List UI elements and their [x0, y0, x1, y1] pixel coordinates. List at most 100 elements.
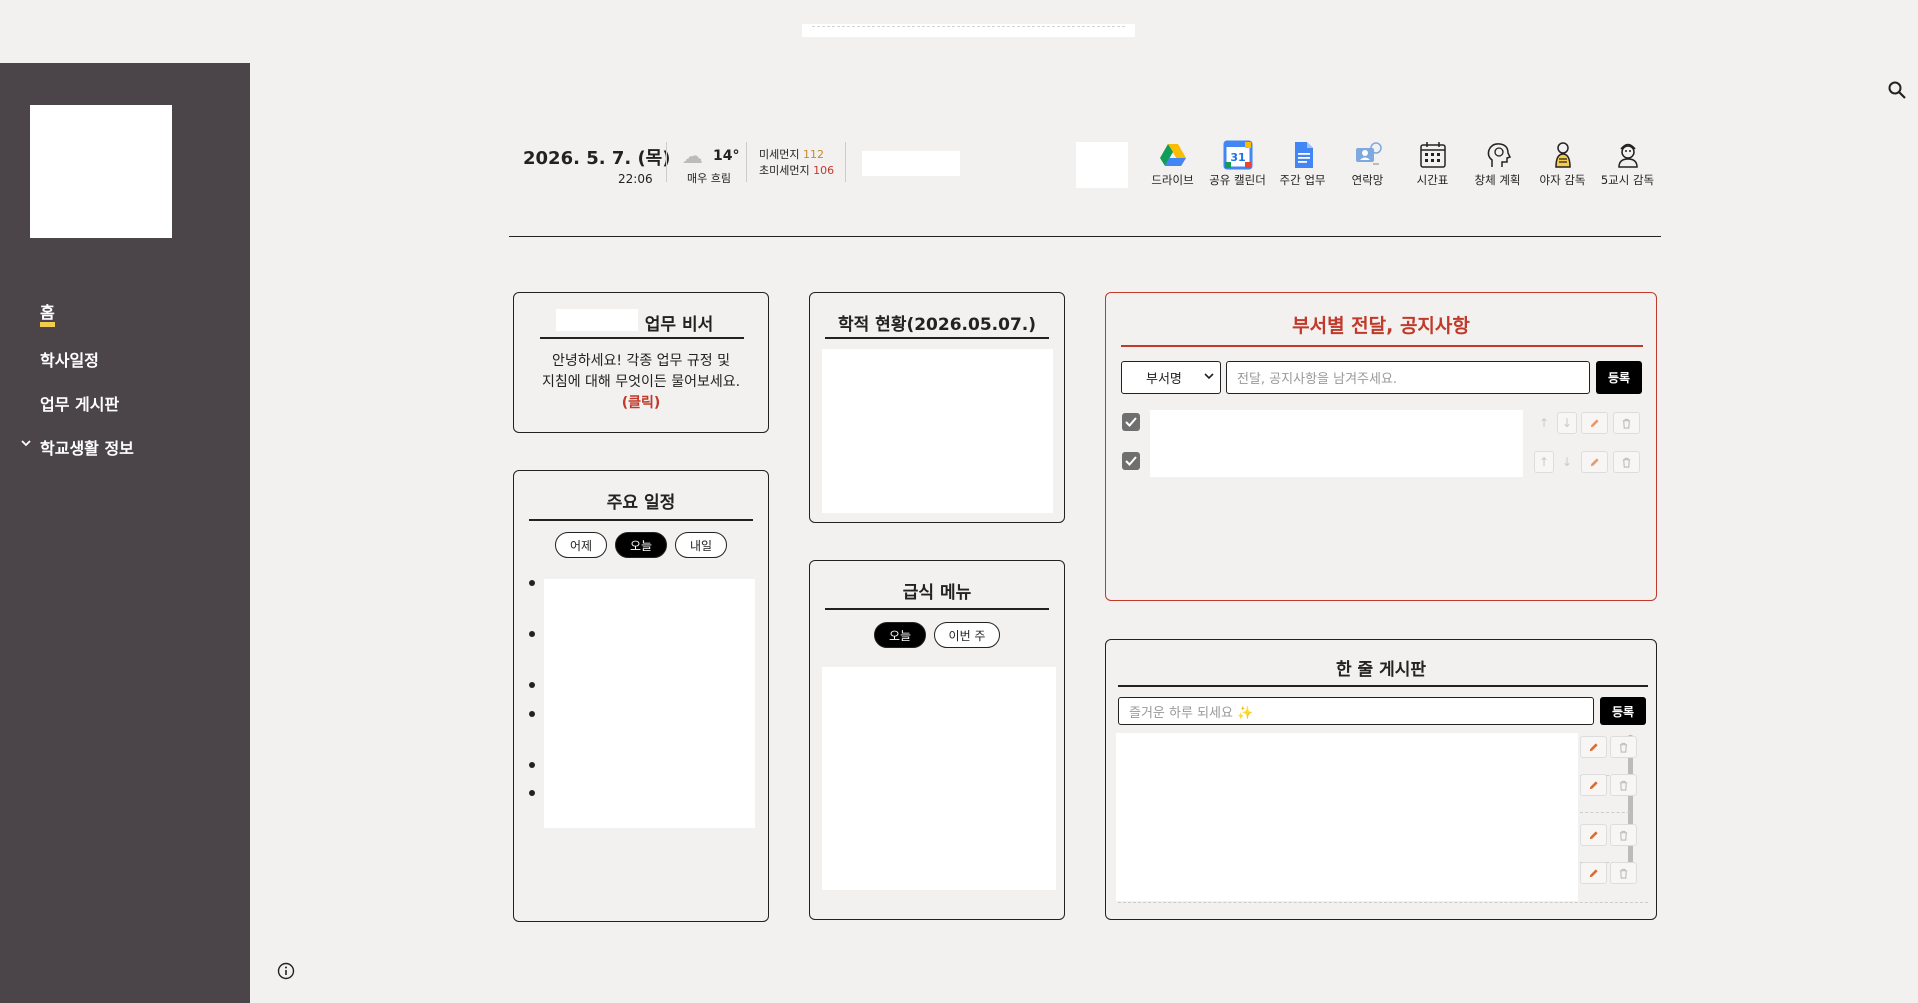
- delete-button[interactable]: [1613, 451, 1640, 473]
- assistant-text: 지침에 대해 무엇이든 물어보세요.: [541, 374, 741, 390]
- tool-label: 5교시 감독: [1600, 173, 1655, 187]
- sidebar-item-work-board[interactable]: 업무 게시판: [40, 381, 134, 425]
- tool-supervision[interactable]: 5교시 감독: [1595, 140, 1660, 188]
- sidebar-item-school-life[interactable]: 학교생활 정보: [21, 425, 134, 469]
- card-title: 업무 비서: [644, 315, 714, 335]
- trash-icon: [1619, 742, 1628, 753]
- edit-button[interactable]: [1580, 862, 1607, 884]
- delete-button[interactable]: [1613, 412, 1640, 434]
- edit-button[interactable]: [1580, 774, 1607, 796]
- redacted-icon[interactable]: [1076, 142, 1128, 188]
- list-bullet: [529, 711, 535, 717]
- tool-drive[interactable]: 드라이브: [1140, 140, 1205, 188]
- meal-content: [822, 667, 1056, 890]
- tool-label: 시간표: [1416, 173, 1449, 187]
- assistant-card[interactable]: 업무 비서 안녕하세요! 각종 업무 규정 및 지침에 대해 무엇이든 물어보세…: [513, 292, 769, 433]
- delete-button[interactable]: [1610, 862, 1637, 884]
- school-logo[interactable]: [30, 105, 172, 238]
- delete-button[interactable]: [1610, 774, 1637, 796]
- oneline-input[interactable]: 즐거운 하루 되세요 ✨: [1118, 697, 1594, 725]
- title-underline: [825, 337, 1049, 339]
- move-up-button[interactable]: ↑: [1534, 451, 1554, 473]
- department-select-value: 부서명: [1146, 372, 1182, 387]
- oneline-submit-button[interactable]: 등록: [1600, 697, 1646, 725]
- google-drive-icon: [1159, 144, 1186, 166]
- divider: [746, 142, 747, 182]
- chevron-down-icon: [1204, 373, 1214, 380]
- oneline-board-card: 한 줄 게시판 즐거운 하루 되세요 ✨ 등록: [1105, 639, 1657, 920]
- tab-tomorrow[interactable]: 내일: [675, 532, 727, 558]
- sidebar-item-home[interactable]: 홈: [40, 293, 134, 337]
- google-docs-icon: [1294, 142, 1313, 168]
- assistant-link[interactable]: (클릭): [514, 393, 768, 414]
- notice-submit-button[interactable]: 등록: [1596, 361, 1642, 394]
- search-icon[interactable]: [1887, 80, 1907, 100]
- sidebar-item-label: 학사일정: [40, 351, 99, 370]
- list-bullet: [529, 631, 535, 637]
- pencil-icon: [1590, 457, 1599, 466]
- pm10-value: 112: [802, 148, 824, 161]
- pencil-icon: [1589, 830, 1598, 839]
- card-title: 한 줄 게시판: [1335, 660, 1427, 680]
- pm25-label: 초미세먼지: [759, 164, 810, 177]
- card-title: 주요 일정: [606, 493, 676, 513]
- tool-weekly[interactable]: 주간 업무: [1270, 140, 1335, 188]
- notice-card: 부서별 전달, 공지사항 부서명 전달, 공지사항을 남겨주세요. 등록 ↑ ↓…: [1105, 292, 1657, 601]
- list-bullet: [529, 790, 535, 796]
- edit-button[interactable]: [1581, 412, 1608, 434]
- chevron-down-icon: [21, 440, 31, 447]
- trash-icon: [1619, 830, 1628, 841]
- divider: [1118, 902, 1648, 903]
- timetable-icon: [1419, 142, 1446, 168]
- tool-night-study[interactable]: 야자 감독: [1530, 140, 1595, 188]
- info-icon[interactable]: [277, 962, 295, 980]
- top-banner: [802, 24, 1135, 37]
- notice-checkbox[interactable]: [1122, 452, 1140, 470]
- title-underline: [1121, 345, 1643, 347]
- sidebar-item-label: 홈: [40, 303, 55, 327]
- google-calendar-icon: 31: [1223, 140, 1252, 170]
- temperature: 14°: [713, 148, 740, 164]
- trash-icon: [1622, 418, 1631, 429]
- weather-description: 매우 흐림: [687, 172, 731, 185]
- edit-button[interactable]: [1580, 736, 1607, 758]
- move-up-button[interactable]: ↑: [1534, 412, 1554, 434]
- edit-button[interactable]: [1581, 451, 1608, 473]
- list-bullet: [529, 580, 535, 586]
- enrollment-card: 학적 현황(2026.05.07.): [809, 292, 1065, 523]
- tool-label: 창체 계획: [1474, 173, 1521, 187]
- move-down-button[interactable]: ↓: [1557, 412, 1577, 434]
- night-study-icon: [1554, 142, 1571, 168]
- sidebar-item-label: 업무 게시판: [40, 395, 120, 414]
- tool-label: 주간 업무: [1279, 173, 1326, 187]
- tab-yesterday[interactable]: 어제: [555, 532, 607, 558]
- tab-this-week[interactable]: 이번 주: [934, 622, 1000, 648]
- sidebar: 홈 학사일정 업무 게시판 학교생활 정보: [0, 63, 250, 1003]
- pencil-icon: [1589, 868, 1598, 877]
- enrollment-content: [822, 349, 1053, 513]
- dashboard-header: 2026. 5. 7. (목) 22:06 ☁ 14° 매우 흐림 미세먼지 1…: [509, 130, 1661, 237]
- notice-input[interactable]: 전달, 공지사항을 남겨주세요.: [1226, 361, 1590, 394]
- delete-button[interactable]: [1610, 736, 1637, 758]
- edit-button[interactable]: [1580, 824, 1607, 846]
- card-title: 급식 메뉴: [902, 583, 972, 603]
- department-select[interactable]: 부서명: [1121, 361, 1221, 394]
- pencil-icon: [1590, 418, 1599, 427]
- notice-checkbox[interactable]: [1122, 413, 1140, 431]
- tool-contacts[interactable]: 연락망: [1335, 140, 1400, 188]
- title-underline: [529, 519, 753, 521]
- tab-today[interactable]: 오늘: [874, 622, 926, 648]
- tool-timetable[interactable]: 시간표: [1400, 140, 1465, 188]
- tool-calendar[interactable]: 31 공유 캘린더: [1205, 140, 1270, 188]
- air-quality: 미세먼지 112 초미세먼지 106: [759, 147, 834, 179]
- divider: [1580, 812, 1630, 813]
- move-down-button[interactable]: ↓: [1557, 451, 1577, 473]
- tool-creative-plan[interactable]: 창체 계획: [1465, 140, 1530, 188]
- tab-today[interactable]: 오늘: [615, 532, 667, 558]
- meal-card: 급식 메뉴 오늘 이번 주: [809, 560, 1065, 920]
- schedule-card: 주요 일정 어제 오늘 내일: [513, 470, 769, 922]
- delete-button[interactable]: [1610, 824, 1637, 846]
- svg-text:31: 31: [1230, 151, 1245, 164]
- pm10-label: 미세먼지: [759, 148, 800, 161]
- sidebar-item-academic-schedule[interactable]: 학사일정: [40, 337, 134, 381]
